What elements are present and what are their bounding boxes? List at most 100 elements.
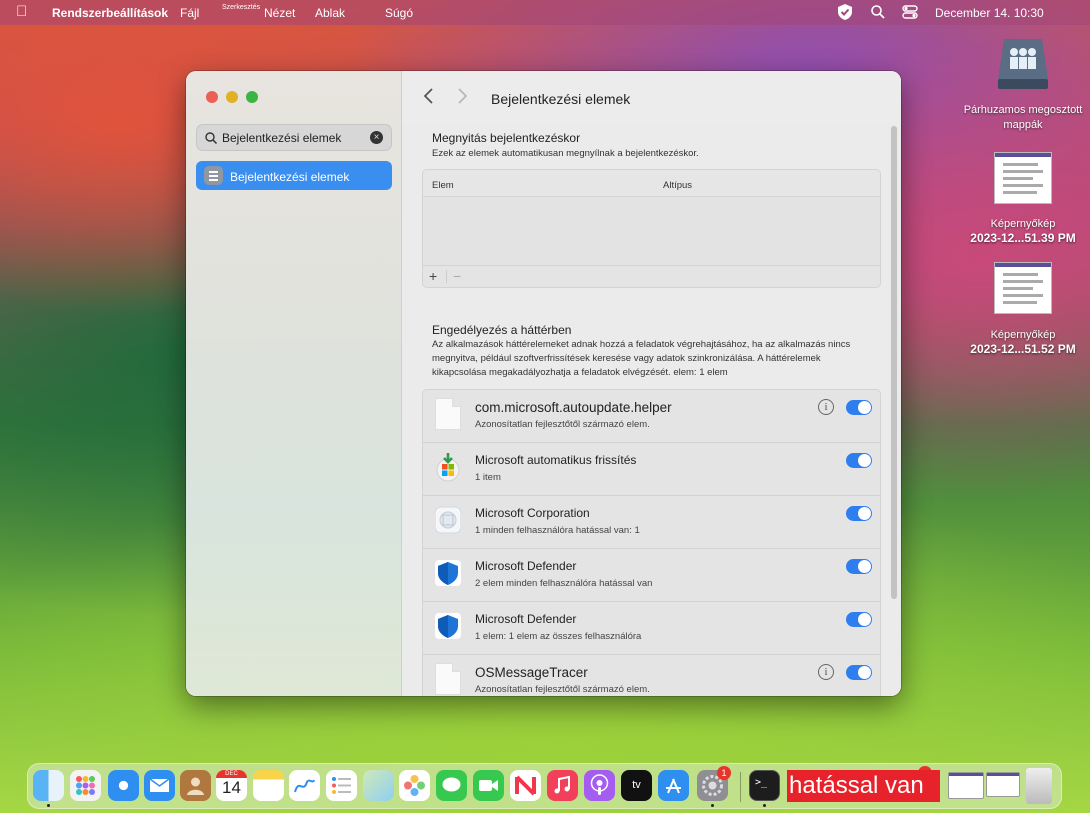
screenshot-thumbnail-icon	[994, 152, 1052, 204]
item-name: Microsoft Corporation	[475, 506, 590, 520]
minimize-window-button[interactable]	[226, 91, 238, 103]
item-toggle[interactable]	[846, 665, 872, 680]
open-at-login-description: Ezek az elemek automatikusan megnyílnak …	[432, 148, 699, 159]
desktop-shared-folders[interactable]: Párhuzamos megosztott mappák	[960, 35, 1086, 131]
remove-item-button[interactable]: −	[453, 268, 461, 284]
login-items-table: Elem Altípus + −	[422, 169, 881, 288]
notes-icon[interactable]	[253, 770, 284, 801]
list-icon	[204, 166, 223, 185]
facetime-icon[interactable]	[473, 770, 504, 801]
messages-icon[interactable]	[436, 770, 467, 801]
terminal-icon[interactable]: >_	[749, 770, 780, 801]
desktop-screenshot-2[interactable]: Képernyőkép 2023-12...51.52 PM	[960, 262, 1086, 356]
info-icon[interactable]: i	[818, 399, 834, 415]
item-name: Microsoft Defender	[475, 612, 577, 626]
menu-view[interactable]: Nézet	[264, 6, 295, 20]
content-pane: Bejelentkezési elemek Megnyitás bejelent…	[402, 71, 901, 696]
column-header-kind[interactable]: Altípus	[663, 180, 692, 191]
list-item: OSMessageTracer Azonosítatlan fejlesztőt…	[423, 655, 880, 696]
app-store-icon[interactable]	[658, 770, 689, 801]
calendar-icon[interactable]: DEC 14	[216, 770, 247, 801]
forward-chevron-icon[interactable]	[457, 87, 469, 111]
page-title: Bejelentkezési elemek	[491, 91, 631, 107]
toolbar: Bejelentkezési elemek	[402, 71, 901, 123]
desktop-item-label: Párhuzamos megosztott	[963, 104, 1083, 116]
divider	[446, 270, 447, 283]
desktop-item-label: Képernyőkép	[990, 218, 1056, 230]
add-item-button[interactable]: +	[429, 268, 437, 284]
close-window-button[interactable]	[206, 91, 218, 103]
menu-help[interactable]: Súgó	[385, 6, 413, 20]
item-toggle[interactable]	[846, 453, 872, 468]
photos-icon[interactable]	[399, 770, 430, 801]
back-chevron-icon[interactable]	[422, 87, 434, 111]
search-input[interactable]	[222, 128, 367, 148]
safari-icon[interactable]	[108, 770, 139, 801]
mail-icon[interactable]	[144, 770, 175, 801]
list-item: Microsoft Defender 1 elem: 1 elem az öss…	[423, 602, 880, 655]
reminders-icon[interactable]	[326, 770, 357, 801]
microsoft-corporation-icon	[434, 504, 462, 536]
scrollbar[interactable]	[891, 126, 897, 599]
menu-file[interactable]: Fájl	[180, 6, 199, 20]
clear-search-icon[interactable]: ×	[370, 131, 383, 144]
control-center-icon[interactable]	[901, 3, 919, 21]
desktop-screenshot-1[interactable]: Képernyőkép 2023-12...51.39 PM	[960, 152, 1086, 245]
window-thumbnail-icon[interactable]	[948, 772, 984, 799]
dock-divider	[740, 772, 741, 802]
menu-app-name[interactable]: Rendszerbeállítások	[52, 6, 168, 20]
running-indicator	[47, 804, 50, 807]
desktop-item-label-2: 2023-12...51.52 PM	[970, 342, 1076, 356]
podcasts-icon[interactable]	[584, 770, 615, 801]
system-settings-window: × Bejelentkezési elemek Bejelentkezési e…	[186, 71, 901, 696]
item-name: com.microsoft.autoupdate.helper	[475, 400, 672, 415]
list-item: Microsoft Defender 2 elem minden felhasz…	[423, 549, 880, 602]
window-thumbnail-icon[interactable]	[986, 772, 1020, 797]
item-toggle[interactable]	[846, 400, 872, 415]
menu-edit[interactable]: Szerkesztés	[222, 4, 260, 11]
spotlight-search-icon[interactable]	[869, 3, 887, 21]
microsoft-autoupdate-icon	[435, 451, 461, 483]
item-subtitle: 1 elem: 1 elem az összes felhasználóra	[475, 631, 642, 642]
table-footer: + −	[423, 265, 880, 287]
finder-icon[interactable]	[33, 770, 64, 801]
zoom-window-button[interactable]	[246, 91, 258, 103]
column-header-item[interactable]: Elem	[432, 180, 454, 191]
music-icon[interactable]	[547, 770, 578, 801]
shield-status-icon[interactable]	[836, 3, 854, 21]
background-items-list: com.microsoft.autoupdate.helper Azonosít…	[422, 389, 881, 696]
trash-icon[interactable]	[1026, 768, 1052, 804]
info-icon[interactable]: i	[818, 664, 834, 680]
list-item: Microsoft automatikus frissítés 1 item	[423, 443, 880, 496]
notification-badge: 1	[717, 766, 731, 780]
microsoft-defender-icon	[435, 610, 461, 642]
maps-icon[interactable]	[363, 770, 394, 801]
sidebar-search: ×	[196, 124, 392, 151]
item-subtitle: 1 item	[475, 472, 501, 483]
item-subtitle: 1 minden felhasználóra hatással van: 1	[475, 525, 640, 536]
freeform-icon[interactable]	[289, 770, 320, 801]
news-icon[interactable]	[510, 770, 541, 801]
desktop-item-label: Képernyőkép	[990, 329, 1056, 341]
item-toggle[interactable]	[846, 612, 872, 627]
item-name: Microsoft Defender	[475, 559, 577, 573]
launchpad-icon[interactable]	[70, 770, 101, 801]
item-toggle[interactable]	[846, 559, 872, 574]
menu-clock[interactable]: December 14. 10:30	[935, 6, 1044, 20]
item-toggle[interactable]	[846, 506, 872, 521]
item-subtitle: 2 elem minden felhasználóra hatással van	[475, 578, 653, 589]
microsoft-defender-icon	[435, 557, 461, 589]
apple-menu-icon[interactable]: 	[16, 3, 27, 20]
menu-bar:  Rendszerbeállítások Fájl Szerkesztés N…	[0, 0, 1090, 25]
tv-label: tv	[632, 779, 641, 791]
contacts-icon[interactable]	[180, 770, 211, 801]
document-icon	[435, 663, 461, 695]
desktop-item-label-2: mappák	[1003, 119, 1043, 131]
sidebar-item-label: Bejelentkezési elemek	[230, 170, 350, 184]
background-description: Az alkalmazások háttérelemeket adnak hoz…	[432, 339, 851, 378]
sidebar-item-login-items[interactable]: Bejelentkezési elemek	[196, 161, 392, 190]
menu-window[interactable]: Ablak	[315, 6, 345, 20]
table-header: Elem Altípus	[423, 170, 880, 197]
apple-tv-icon[interactable]: tv	[621, 770, 652, 801]
calendar-day: 14	[222, 778, 241, 797]
